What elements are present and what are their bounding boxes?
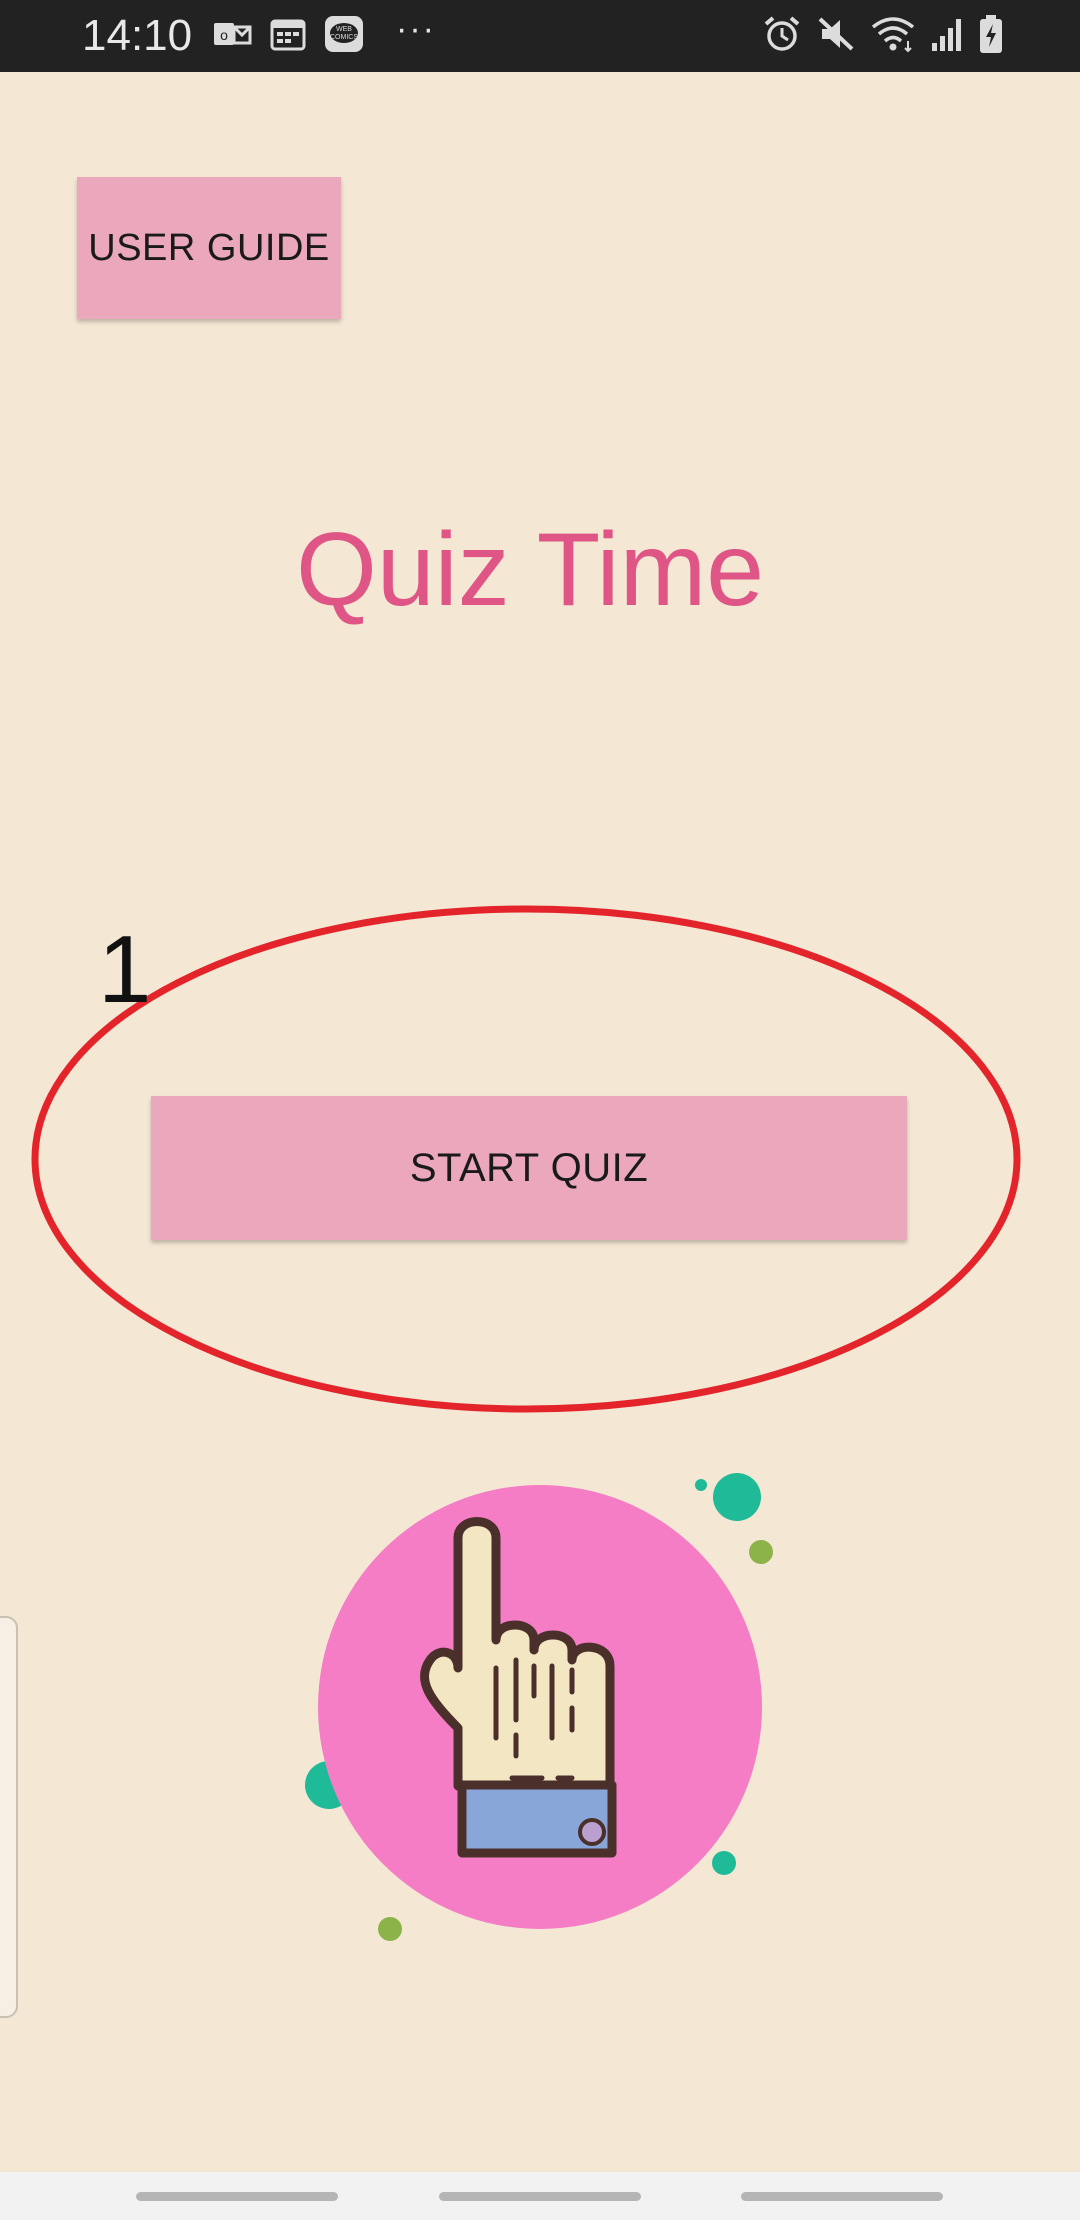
more-notifications-icon: ··· [396,10,436,48]
svg-text:COMICS: COMICS [330,34,358,41]
nav-recents-button[interactable] [136,2192,338,2201]
outlook-icon: o [212,17,252,56]
svg-text:WEB: WEB [336,26,352,33]
user-guide-button[interactable]: USER GUIDE [77,177,341,319]
signal-icon [930,15,964,58]
edge-panel-handle[interactable] [0,1616,18,2018]
pointing-hand-icon [305,1473,773,1941]
page-title: Quiz Time [295,512,765,628]
status-bar: 14:10 o WEB COMICS ··· [0,0,1080,72]
battery-charging-icon [978,14,1004,59]
annotation-number: 1 [98,916,152,1023]
calendar-icon [270,17,306,56]
start-quiz-button[interactable]: START QUIZ [151,1096,907,1240]
nav-home-button[interactable] [439,2192,641,2201]
wifi-icon [870,15,916,58]
navigation-bar [0,2172,1080,2220]
notification-icons: o WEB COMICS ··· [212,12,436,58]
alarm-icon [762,15,802,58]
nav-back-button[interactable] [741,2192,943,2201]
status-time: 14:10 [82,11,193,60]
svg-text:o: o [220,27,228,43]
webcomics-icon: WEB COMICS [324,15,364,58]
mute-icon [816,15,856,58]
system-icons [762,14,1004,58]
app-screen: 14:10 o WEB COMICS ··· USER GUIDE Quiz T… [0,0,1080,2220]
